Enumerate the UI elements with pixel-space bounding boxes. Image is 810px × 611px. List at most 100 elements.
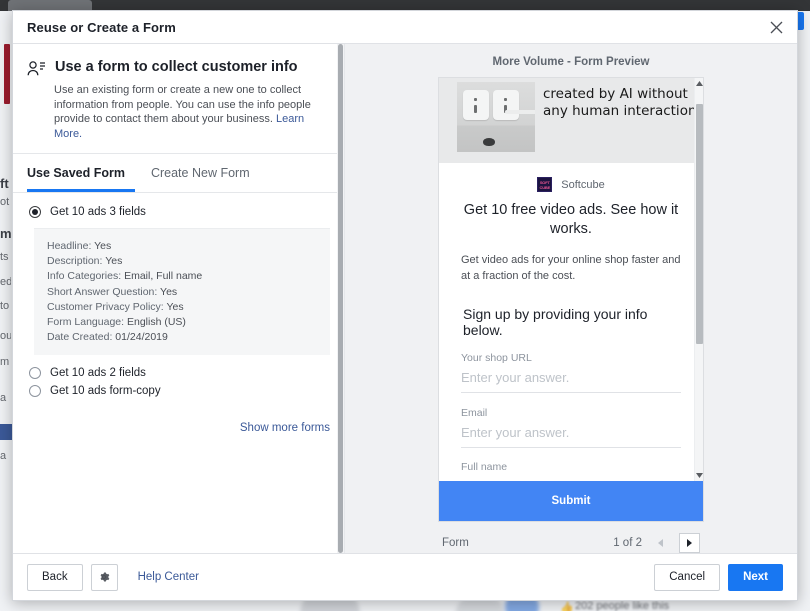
detail-value: 01/24/2019 (115, 331, 168, 344)
dialog-footer: Back Help Center Cancel Next (13, 553, 797, 600)
thumbs-up-icon: 👍 (560, 602, 574, 611)
apple-icon (483, 138, 495, 146)
detail-row: Form Language: English (US) (47, 315, 330, 330)
preview-field-full-name: Full name (439, 448, 703, 473)
preview-field-email: Email Enter your answer. (439, 393, 703, 448)
saved-form-list: Get 10 ads 3 fields Headline: Yes Descri… (13, 193, 344, 553)
detail-value: Yes (105, 255, 123, 268)
gear-icon[interactable] (90, 563, 118, 591)
dialog-title: Reuse or Create a Form (27, 19, 176, 35)
help-center-link[interactable]: Help Center (138, 571, 199, 583)
form-preview-panel: More Volume - Form Preview created by AI… (345, 44, 797, 553)
next-button[interactable]: Next (728, 563, 783, 591)
detail-value: English (US) (126, 316, 186, 329)
form-source-tabs: Use Saved Form Create New Form (13, 154, 344, 193)
close-icon[interactable] (765, 16, 787, 38)
show-more-forms-link[interactable]: Show more forms (240, 422, 330, 434)
detail-value: Email, Full name (124, 270, 203, 283)
form-option-label: Get 10 ads 3 fields (50, 206, 146, 218)
form-option-0[interactable]: Get 10 ads 3 fields (13, 203, 344, 221)
detail-key: Headline: (47, 240, 92, 252)
background-red-bar (4, 44, 10, 104)
background-text-fragment: to (0, 300, 10, 312)
background-text-fragment: ed (0, 276, 11, 288)
form-option-1[interactable]: Get 10 ads 2 fields (13, 364, 344, 382)
selected-form-details: Headline: Yes Description: Yes Info Cate… (34, 228, 330, 356)
tab-use-saved-form[interactable]: Use Saved Form (27, 154, 135, 192)
logo-line-2: CUBE (539, 184, 551, 190)
socket-icon (493, 90, 519, 120)
back-button[interactable]: Back (27, 563, 83, 591)
background-blue-highlight (0, 424, 12, 440)
intro-section: Use a form to collect customer info Use … (13, 44, 344, 154)
preview-field-shop-url: Your shop URL Enter your answer. (439, 338, 703, 393)
detail-value: Yes (166, 300, 184, 313)
background-text-fragment: ft (0, 178, 9, 190)
background-text-fragment: m (0, 356, 10, 368)
preview-scroll-area: created by AI without any human interact… (439, 78, 703, 481)
left-panel-scrollbar[interactable] (337, 44, 344, 553)
form-option-2[interactable]: Get 10 ads form-copy (13, 382, 344, 400)
form-pager: Form 1 of 2 (438, 522, 704, 553)
tab-create-new-form[interactable]: Create New Form (151, 154, 260, 192)
detail-key: Short Answer Question: (47, 285, 158, 298)
background-text-fragment: ou (0, 330, 11, 342)
screen: 👍 202 people like this ft ot m ts ed to ou m a a … (0, 0, 810, 611)
detail-value: Yes (94, 240, 112, 252)
background-text-fragment: a (0, 450, 7, 462)
hero-product-photo (457, 82, 535, 152)
background-text-fragment: a (0, 392, 7, 404)
pager-label: Form (442, 537, 469, 549)
preview-headline: Get 10 free video ads. See how it works. (463, 202, 679, 237)
background-like-count: 202 people like this (575, 600, 670, 611)
preview-title: More Volume - Form Preview (492, 56, 650, 68)
caret-right-icon[interactable] (679, 533, 700, 553)
intro-description-text: Use an existing form or create a new one… (54, 84, 311, 125)
detail-key: Description: (47, 255, 103, 268)
radio-button[interactable] (29, 385, 41, 398)
dialog-body: Use a form to collect customer info Use … (13, 44, 797, 553)
field-label: Full name (461, 461, 508, 473)
scrollbar-thumb[interactable] (696, 104, 703, 344)
background-text-fragment: m (0, 228, 11, 240)
email-input[interactable]: Enter your answer. (461, 425, 681, 448)
caret-down-icon[interactable] (695, 470, 703, 481)
caret-up-icon[interactable] (695, 78, 703, 89)
submit-button[interactable]: Submit (439, 481, 703, 521)
form-option-label: Get 10 ads 2 fields (50, 367, 146, 380)
cord-shape (505, 110, 535, 114)
radio-button-selected[interactable] (29, 206, 41, 218)
contact-form-icon (27, 60, 46, 77)
intro-title: Use a form to collect customer info (55, 59, 298, 75)
dialog-header: Reuse or Create a Form (13, 11, 797, 44)
detail-row: Info Categories: Email, Full name (47, 269, 330, 284)
preview-scrollbar[interactable] (694, 78, 703, 481)
background-text-fragment: ot (0, 196, 10, 208)
radio-button[interactable] (29, 367, 41, 380)
preview-description: Get video ads for your online shop faste… (461, 254, 681, 282)
hero-banner: created by AI without any human interact… (439, 78, 703, 163)
detail-row: Customer Privacy Policy: Yes (47, 300, 330, 315)
pager-count: 1 of 2 (613, 537, 642, 549)
detail-row: Headline: Yes (47, 239, 330, 254)
field-label: Email (461, 407, 488, 419)
reuse-or-create-form-dialog: Reuse or Create a Form Use a form to col… (12, 10, 798, 601)
form-option-label: Get 10 ads form-copy (50, 385, 161, 398)
scrollbar-thumb[interactable] (338, 44, 343, 553)
shop-url-input[interactable]: Enter your answer. (461, 370, 681, 393)
background-text-fragment: ts (0, 251, 9, 263)
detail-key: Date Created: (47, 331, 113, 344)
caret-left-icon (650, 533, 671, 553)
detail-key: Form Language: (47, 316, 125, 329)
detail-key: Info Categories: (47, 270, 122, 283)
detail-row: Description: Yes (47, 254, 330, 269)
brand-name: Softcube (561, 178, 605, 191)
detail-row: Date Created: 01/24/2019 (47, 330, 330, 345)
detail-value: Yes (160, 285, 178, 298)
field-label: Your shop URL (461, 352, 532, 364)
intro-description: Use an existing form or create a new one… (54, 83, 328, 141)
form-preview-card: created by AI without any human interact… (438, 77, 704, 522)
detail-key: Customer Privacy Policy: (47, 300, 164, 313)
softcube-logo-icon: SOFT CUBE (537, 177, 553, 192)
cancel-button[interactable]: Cancel (654, 563, 721, 591)
